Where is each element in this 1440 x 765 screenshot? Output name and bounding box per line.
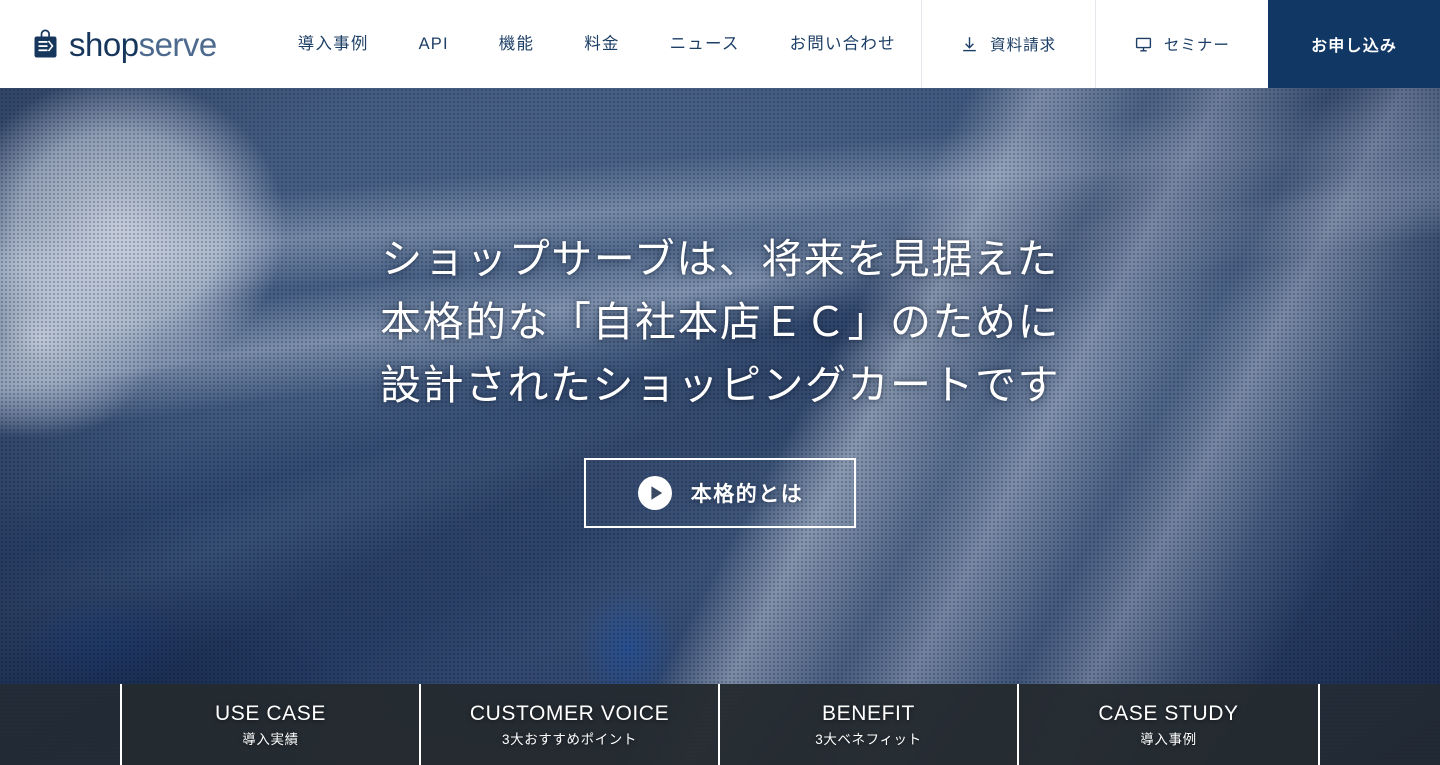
hero-content: ショップサーブは、将来を見据えた 本格的な「自社本店ＥＣ」のために 設計されたシ… — [0, 88, 1440, 765]
bottom-card-title-customer-voice: CUSTOMER VOICE — [469, 701, 670, 725]
nav-item-news[interactable]: ニュース — [645, 0, 765, 88]
apply-button[interactable]: お申し込み — [1268, 0, 1440, 88]
bottom-card-subtitle-case-study: 導入事例 — [1140, 731, 1197, 747]
nav-item-pricing[interactable]: 料金 — [559, 0, 644, 88]
bottom-card-title-case-study: CASE STUDY — [1098, 701, 1239, 725]
brand-wordmark: shopserve — [69, 28, 217, 61]
bottom-card-subtitle-customer-voice: 3大おすすめポイント — [501, 731, 637, 747]
hero-cta-label: 本格的とは — [690, 483, 804, 506]
bottom-card-title-use-case: USE CASE — [215, 701, 326, 725]
download-icon — [963, 36, 976, 51]
site-header: shopserve 導入事例 API 機能 料金 ニュース お問い合わせ 資料請… — [0, 0, 1440, 88]
shopping-bag-icon — [34, 29, 57, 57]
primary-navigation: 導入事例 API 機能 料金 ニュース お問い合わせ — [273, 0, 921, 88]
brand-logo[interactable]: shopserve — [0, 0, 217, 88]
bottom-nav-card-strip: USE CASE 導入実績 CUSTOMER VOICE 3大おすすめポイント … — [120, 684, 1320, 765]
bottom-card-subtitle-use-case: 導入実績 — [242, 731, 299, 747]
nav-item-features[interactable]: 機能 — [474, 0, 559, 88]
monitor-icon — [1135, 37, 1151, 51]
header-action-document-request[interactable]: 資料請求 — [920, 0, 1095, 88]
header-action-seminar[interactable]: セミナー — [1094, 0, 1269, 88]
hero-heading-line-3: 設計されたショッピングカートです — [380, 362, 1060, 408]
brand-wordmark-serve: serve — [138, 25, 218, 63]
hero-cta-button[interactable]: 本格的とは — [584, 458, 856, 528]
bottom-card-title-benefit: BENEFIT — [822, 701, 915, 725]
nav-item-use-cases[interactable]: 導入事例 — [273, 0, 394, 88]
header-action-label-seminar: セミナー — [1163, 37, 1230, 54]
hero-section: ショップサーブは、将来を見据えた 本格的な「自社本店ＥＣ」のために 設計されたシ… — [0, 88, 1440, 765]
bottom-card-benefit[interactable]: BENEFIT 3大ベネフィット — [720, 684, 1019, 765]
landing-page: shopserve 導入事例 API 機能 料金 ニュース お問い合わせ 資料請… — [0, 0, 1440, 765]
play-circle-icon — [637, 476, 672, 510]
bottom-card-case-study[interactable]: CASE STUDY 導入事例 — [1019, 684, 1318, 765]
bottom-card-subtitle-benefit: 3大ベネフィット — [815, 731, 922, 747]
hero-heading-line-1: ショップサーブは、将来を見据えた — [381, 236, 1059, 282]
bottom-card-use-case[interactable]: USE CASE 導入実績 — [122, 684, 421, 765]
brand-wordmark-shop: shop — [69, 25, 139, 63]
header-action-label-document-request: 資料請求 — [990, 37, 1057, 54]
nav-item-api[interactable]: API — [394, 0, 474, 88]
hero-heading-line-2: 本格的な「自社本店ＥＣ」のために — [380, 299, 1060, 345]
nav-item-contact[interactable]: お問い合わせ — [765, 0, 921, 88]
hero-heading: ショップサーブは、将来を見据えた 本格的な「自社本店ＥＣ」のために 設計されたシ… — [380, 228, 1060, 417]
bottom-card-customer-voice[interactable]: CUSTOMER VOICE 3大おすすめポイント — [421, 684, 720, 765]
